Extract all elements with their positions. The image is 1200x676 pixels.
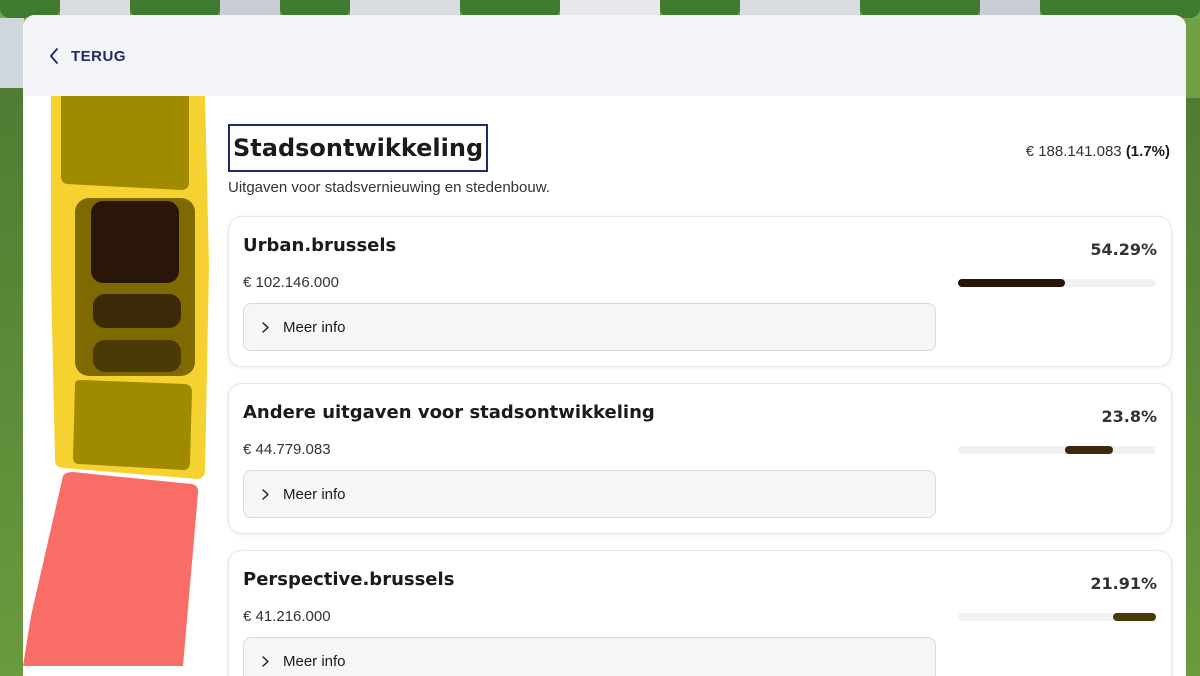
budget-item-card: Andere uitgaven voor stadsontwikkeling 2… [228, 383, 1172, 534]
budget-item-percent: 54.29% [1090, 240, 1157, 259]
budget-item-amount: € 102.146.000 [243, 274, 339, 291]
more-info-label: Meer info [283, 485, 346, 503]
segment-top-olive [61, 96, 189, 190]
budget-block-visual [23, 96, 213, 676]
chevron-right-icon [262, 655, 269, 667]
budget-item-percent: 23.8% [1101, 407, 1157, 426]
section-total-amount: € 188.141.083 [1025, 143, 1122, 160]
back-label: TERUG [71, 47, 126, 65]
chevron-right-icon [262, 321, 269, 333]
segment-urban-brussels [91, 201, 179, 283]
budget-item-percent: 21.91% [1090, 574, 1157, 593]
budget-item-name: Andere uitgaven voor stadsontwikkeling [243, 402, 655, 423]
budget-item-amount: € 44.779.083 [243, 441, 331, 458]
top-bar: TERUG [23, 15, 1186, 96]
share-bar-fill [1112, 613, 1156, 621]
segment-bottom-olive [73, 380, 192, 470]
share-bar-track [958, 613, 1156, 621]
segment-perspective-brussels [93, 340, 181, 372]
chevron-right-icon [262, 488, 269, 500]
section-total-share: (1.7%) [1125, 143, 1170, 160]
share-bar-track [958, 279, 1156, 287]
section-total: € 188.141.083 (1.7%) [1026, 143, 1170, 160]
page-subtitle: Uitgaven voor stadsvernieuwing en steden… [228, 179, 550, 196]
share-bar-fill [1065, 446, 1113, 454]
page-title-box: Stadsontwikkeling [228, 124, 489, 172]
budget-item-card: Perspective.brussels 21.91% € 41.216.000… [228, 550, 1172, 676]
budget-item-name: Perspective.brussels [243, 569, 455, 590]
page-title: Stadsontwikkeling [233, 134, 484, 162]
more-info-label: Meer info [283, 318, 346, 336]
segment-coral [23, 472, 199, 666]
detail-panel: TERUG Stadsontwikkeling € 188.141.083 (1… [23, 15, 1186, 676]
more-info-label: Meer info [283, 652, 346, 670]
budget-item-amount: € 41.216.000 [243, 608, 331, 625]
more-info-toggle[interactable]: Meer info [243, 470, 936, 518]
back-button[interactable]: TERUG [49, 45, 126, 67]
share-bar-track [958, 446, 1156, 454]
budget-item-card: Urban.brussels 54.29% € 102.146.000 Meer… [228, 216, 1172, 367]
chevron-left-icon [49, 48, 59, 64]
more-info-toggle[interactable]: Meer info [243, 303, 936, 351]
more-info-toggle[interactable]: Meer info [243, 637, 936, 676]
share-bar-fill [958, 279, 1066, 287]
segment-andere-uitgaven [93, 294, 181, 328]
budget-item-name: Urban.brussels [243, 235, 397, 256]
